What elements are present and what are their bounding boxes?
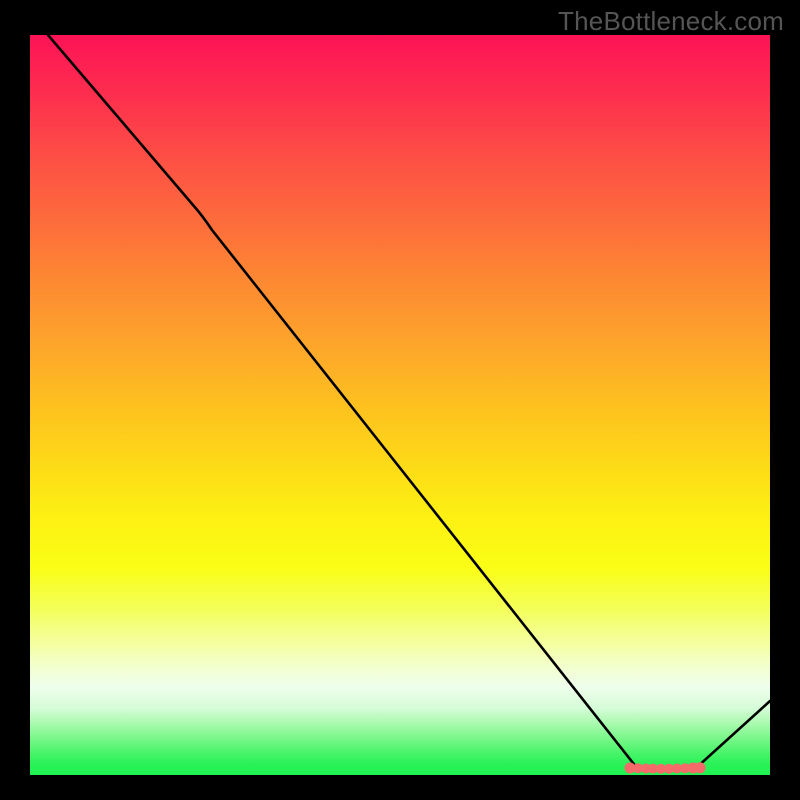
marker-cluster: [625, 763, 705, 774]
plot-area: [30, 35, 770, 775]
chart-svg: [30, 35, 770, 775]
chart-frame: TheBottleneck.com: [0, 0, 800, 800]
watermark-text: TheBottleneck.com: [558, 6, 784, 37]
main-line: [48, 35, 770, 768]
